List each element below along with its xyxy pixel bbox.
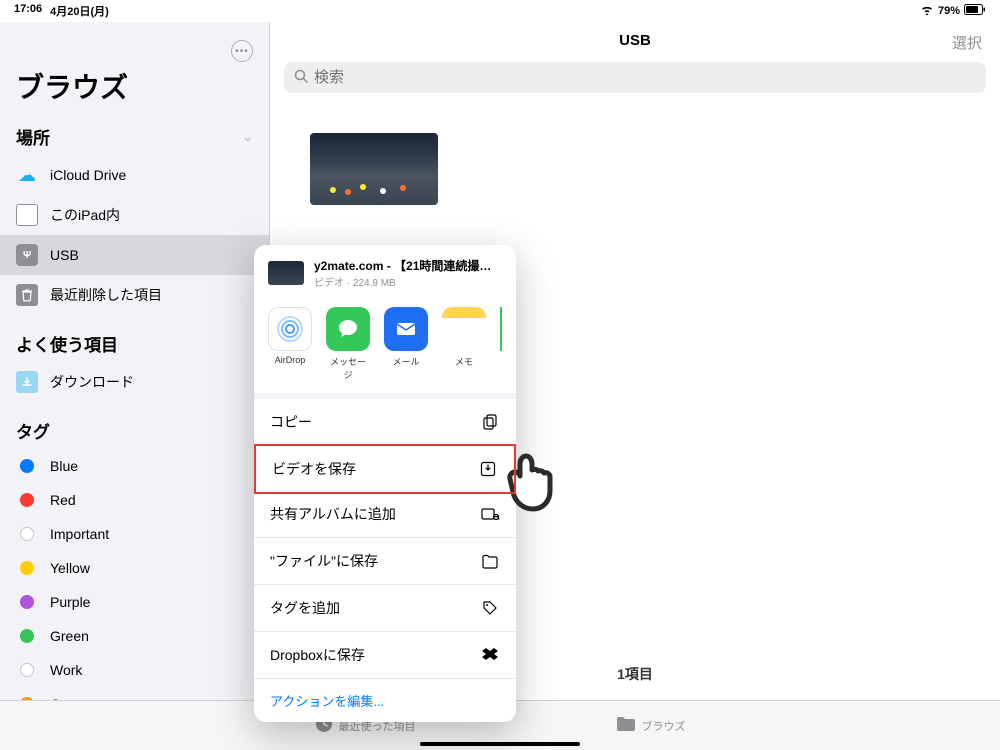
share-sheet: y2mate.com - 【21時間連続撮影】GH5で… ビデオ · 224.9… xyxy=(254,245,516,722)
battery-icon xyxy=(964,4,986,18)
share-app-row[interactable]: AirDrop メッセージ メール メモ xyxy=(254,299,516,393)
sidebar-title: ブラウズ xyxy=(0,66,269,118)
usb-icon: Ψ xyxy=(16,244,38,266)
chevron-down-icon: ⌄ xyxy=(242,129,253,145)
status-date: 4月20日(月) xyxy=(50,3,109,19)
folder-icon xyxy=(616,716,636,735)
share-app-partial[interactable] xyxy=(500,307,502,381)
share-app-mail[interactable]: メール xyxy=(384,307,428,381)
file-thumbnail[interactable] xyxy=(310,133,438,205)
tags-header[interactable]: タグ xyxy=(0,412,269,449)
action-label: ビデオを保存 xyxy=(272,459,356,479)
tag-dot-icon xyxy=(20,459,34,473)
sidebar-item-icloud[interactable]: ☁ iCloud Drive xyxy=(0,155,269,195)
search-icon xyxy=(294,69,308,86)
favorites-header[interactable]: よく使う項目 xyxy=(0,325,269,362)
save-video-icon xyxy=(478,459,498,479)
locations-header[interactable]: 場所 ⌄ xyxy=(0,118,269,155)
airdrop-icon xyxy=(268,307,312,351)
item-count: 1項目 xyxy=(617,664,653,684)
sidebar-tag-item[interactable]: Important xyxy=(0,517,269,551)
tag-icon xyxy=(480,598,500,618)
tag-label: Purple xyxy=(50,594,90,610)
copy-icon xyxy=(480,412,500,432)
more-button[interactable]: ••• xyxy=(231,40,253,62)
tag-dot-icon xyxy=(20,527,34,541)
select-button[interactable]: 選択 xyxy=(952,32,982,53)
edit-actions-button[interactable]: アクションを編集... xyxy=(254,678,516,722)
action-tag[interactable]: タグを追加 xyxy=(254,585,516,632)
sidebar-tag-item[interactable]: Purple xyxy=(0,585,269,619)
action-label: "ファイル"に保存 xyxy=(270,551,378,571)
action-shared-album[interactable]: 共有アルバムに追加 xyxy=(254,491,516,538)
action-label: タグを追加 xyxy=(270,598,340,618)
action-label: コピー xyxy=(270,412,312,432)
sidebar-item-trash[interactable]: 最近削除した項目 xyxy=(0,275,269,315)
tag-label: Work xyxy=(50,662,82,678)
tag-dot-icon xyxy=(20,595,34,609)
message-icon xyxy=(326,307,370,351)
sidebar-tag-item[interactable]: Work xyxy=(0,653,269,687)
search-box[interactable] xyxy=(284,62,986,93)
share-file-meta: ビデオ · 224.9 MB xyxy=(314,274,502,289)
share-thumbnail xyxy=(268,261,304,285)
mail-icon xyxy=(384,307,428,351)
share-app-messages[interactable]: メッセージ xyxy=(326,307,370,381)
ipad-icon xyxy=(16,204,38,226)
tag-label: Yellow xyxy=(50,560,90,576)
sidebar-item-usb[interactable]: Ψ USB xyxy=(0,235,269,275)
share-file-name: y2mate.com - 【21時間連続撮影】GH5で… xyxy=(314,257,502,274)
tag-dot-icon xyxy=(20,561,34,575)
tag-label: Blue xyxy=(50,458,78,474)
tab-browse[interactable]: ブラウズ xyxy=(616,716,686,735)
sidebar-tag-item[interactable]: Yellow xyxy=(0,551,269,585)
sidebar-item-downloads[interactable]: ダウンロード xyxy=(0,362,269,402)
tag-dot-icon xyxy=(20,493,34,507)
action-save-files[interactable]: "ファイル"に保存 xyxy=(254,538,516,585)
status-bar: 17:06 4月20日(月) 79% xyxy=(0,0,1000,22)
save-files-icon xyxy=(480,551,500,571)
sidebar-item-ipad[interactable]: このiPad内 xyxy=(0,195,269,235)
action-copy[interactable]: コピー xyxy=(254,399,516,446)
sidebar-tag-item[interactable]: Blue xyxy=(0,449,269,483)
trash-icon xyxy=(16,284,38,306)
sidebar-tag-item[interactable]: Orange xyxy=(0,687,269,700)
sidebar-tag-item[interactable]: Green xyxy=(0,619,269,653)
sidebar: ••• ブラウズ 場所 ⌄ ☁ iCloud Drive このiPad内 Ψ U… xyxy=(0,22,270,700)
page-title: USB xyxy=(619,32,651,49)
tag-label: Important xyxy=(50,526,109,542)
action-dropbox[interactable]: Dropboxに保存 xyxy=(254,632,516,678)
action-label: Dropboxに保存 xyxy=(270,645,365,665)
shared-album-icon xyxy=(480,504,500,524)
home-indicator[interactable] xyxy=(420,742,580,746)
status-time: 17:06 xyxy=(14,3,42,19)
partial-app-icon xyxy=(500,307,502,351)
download-folder-icon xyxy=(16,371,38,393)
share-app-airdrop[interactable]: AirDrop xyxy=(268,307,312,381)
sidebar-tag-item[interactable]: Red xyxy=(0,483,269,517)
memo-icon xyxy=(442,307,486,351)
share-app-memo[interactable]: メモ xyxy=(442,307,486,381)
action-save-video[interactable]: ビデオを保存 xyxy=(254,444,516,494)
tag-label: Red xyxy=(50,492,76,508)
wifi-icon xyxy=(920,4,934,18)
search-input[interactable] xyxy=(314,69,976,86)
dropbox-icon xyxy=(480,645,500,665)
tag-dot-icon xyxy=(20,663,34,677)
tag-dot-icon xyxy=(20,629,34,643)
action-label: 共有アルバムに追加 xyxy=(270,504,396,524)
cloud-icon: ☁ xyxy=(16,164,38,186)
tag-label: Green xyxy=(50,628,89,644)
battery-percent: 79% xyxy=(938,5,960,17)
